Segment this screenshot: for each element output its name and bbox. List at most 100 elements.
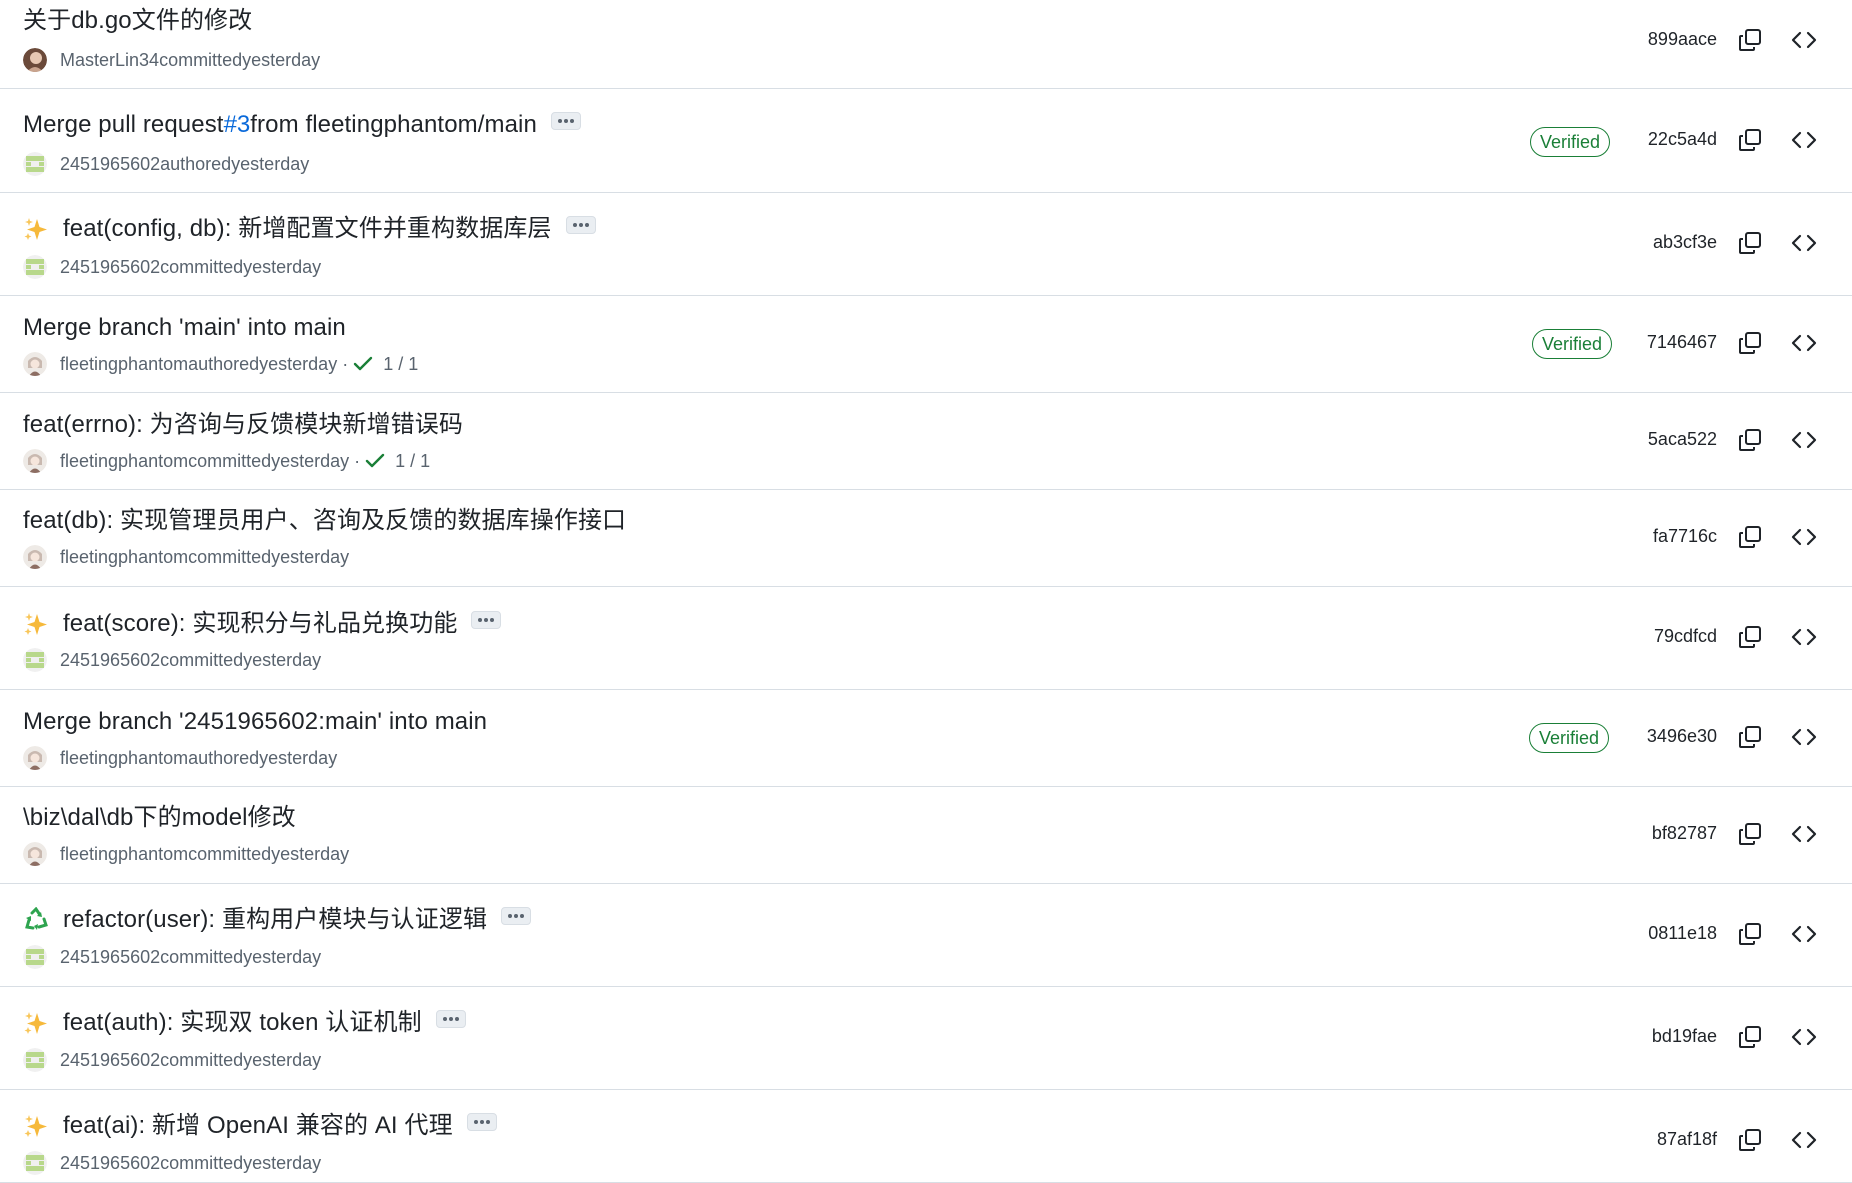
commit-sha-link[interactable]: 0811e18 xyxy=(1648,923,1717,944)
copy-sha-button[interactable] xyxy=(1734,721,1766,753)
commit-message[interactable]: feat(config, db): 新增配置文件并重构数据库层 xyxy=(63,214,552,244)
copy-sha-button[interactable] xyxy=(1734,818,1766,850)
commit-message-suffix[interactable]: from fleetingphantom/main xyxy=(250,110,537,140)
browse-repository-button[interactable] xyxy=(1788,124,1820,156)
copy-sha-button[interactable] xyxy=(1734,327,1766,359)
copy-sha-button[interactable] xyxy=(1734,1124,1766,1156)
commit-title[interactable]: feat(db): 实现管理员用户、咨询及反馈的数据库操作接口 xyxy=(23,506,626,536)
browse-repository-button[interactable] xyxy=(1788,227,1820,259)
commit-title[interactable]: feat(errno): 为咨询与反馈模块新增错误码 xyxy=(23,410,463,440)
author-name[interactable]: fleetingphantom xyxy=(60,842,188,866)
show-description-button[interactable] xyxy=(471,611,502,629)
check-icon[interactable] xyxy=(365,453,385,469)
commit-message[interactable]: feat(score): 实现积分与礼品兑换功能 xyxy=(63,609,457,639)
commit-message[interactable]: feat(db): 实现管理员用户、咨询及反馈的数据库操作接口 xyxy=(23,506,626,536)
browse-repository-button[interactable] xyxy=(1788,1124,1820,1156)
commit-title[interactable]: feat(score): 实现积分与礼品兑换功能 xyxy=(23,609,502,639)
author-name[interactable]: 2451965602 xyxy=(60,152,160,176)
checks-count[interactable]: 1 / 1 xyxy=(395,449,430,473)
show-description-button[interactable] xyxy=(565,216,596,234)
commit-sha-link[interactable]: fa7716c xyxy=(1653,526,1717,547)
avatar[interactable] xyxy=(23,1048,47,1072)
author-name[interactable]: fleetingphantom xyxy=(60,746,188,770)
avatar[interactable] xyxy=(23,648,47,672)
pull-request-link[interactable]: #3 xyxy=(224,110,251,140)
browse-repository-button[interactable] xyxy=(1788,621,1820,653)
copy-sha-button[interactable] xyxy=(1734,124,1766,156)
commit-sha-link[interactable]: ab3cf3e xyxy=(1653,232,1717,253)
commit-title[interactable]: Merge pull request #3 from fleetingphant… xyxy=(23,110,581,140)
commit-sha-link[interactable]: 79cdfcd xyxy=(1654,626,1717,647)
author-name[interactable]: fleetingphantom xyxy=(60,449,188,473)
commit-message[interactable]: \biz\dal\db下的model修改 xyxy=(23,803,296,833)
commit-sha-link[interactable]: 899aace xyxy=(1648,29,1717,50)
avatar[interactable] xyxy=(23,255,47,279)
commit-sha-link[interactable]: 5aca522 xyxy=(1648,429,1717,450)
commit-title[interactable]: feat(config, db): 新增配置文件并重构数据库层 xyxy=(23,214,596,244)
author-name[interactable]: MasterLin34 xyxy=(60,48,159,72)
commit-sha-link[interactable]: bd19fae xyxy=(1652,1026,1717,1047)
avatar[interactable] xyxy=(23,449,47,473)
avatar[interactable] xyxy=(23,1151,47,1175)
show-description-button[interactable] xyxy=(435,1010,466,1028)
commit-message[interactable]: Merge branch '2451965602:main' into main xyxy=(23,707,487,737)
commit-sha-link[interactable]: 7146467 xyxy=(1647,332,1717,353)
commit-message[interactable]: refactor(user): 重构用户模块与认证逻辑 xyxy=(63,905,487,935)
copy-icon xyxy=(1738,525,1762,549)
commit-message[interactable]: Merge branch 'main' into main xyxy=(23,313,346,343)
copy-sha-button[interactable] xyxy=(1734,621,1766,653)
copy-sha-button[interactable] xyxy=(1734,424,1766,456)
author-name[interactable]: 2451965602 xyxy=(60,1048,160,1072)
commit-title[interactable]: 关于db.go文件的修改 xyxy=(23,6,252,36)
show-description-button[interactable] xyxy=(501,907,532,925)
browse-repository-button[interactable] xyxy=(1788,24,1820,56)
commit-title[interactable]: \biz\dal\db下的model修改 xyxy=(23,803,296,833)
avatar[interactable] xyxy=(23,545,47,569)
commit-sha-link[interactable]: 3496e30 xyxy=(1647,726,1717,747)
copy-sha-button[interactable] xyxy=(1734,227,1766,259)
copy-sha-button[interactable] xyxy=(1734,521,1766,553)
browse-repository-button[interactable] xyxy=(1788,721,1820,753)
avatar[interactable] xyxy=(23,48,47,72)
commit-title[interactable]: feat(auth): 实现双 token 认证机制 xyxy=(23,1008,466,1038)
avatar[interactable] xyxy=(23,746,47,770)
copy-sha-button[interactable] xyxy=(1734,918,1766,950)
commit-title[interactable]: Merge branch 'main' into main xyxy=(23,313,346,343)
copy-sha-button[interactable] xyxy=(1734,1021,1766,1053)
browse-repository-button[interactable] xyxy=(1788,521,1820,553)
commit-sha-link[interactable]: bf82787 xyxy=(1652,823,1717,844)
commit-sha-link[interactable]: 22c5a4d xyxy=(1648,129,1717,150)
commit-message[interactable]: feat(errno): 为咨询与反馈模块新增错误码 xyxy=(23,410,463,440)
show-description-button[interactable] xyxy=(466,1113,497,1131)
verified-badge[interactable]: Verified xyxy=(1532,329,1613,359)
author-name[interactable]: fleetingphantom xyxy=(60,352,188,376)
check-icon[interactable] xyxy=(353,356,373,372)
browse-repository-button[interactable] xyxy=(1788,1021,1820,1053)
copy-sha-button[interactable] xyxy=(1734,24,1766,56)
commit-sha-link[interactable]: 87af18f xyxy=(1657,1129,1717,1150)
author-name[interactable]: 2451965602 xyxy=(60,945,160,969)
commit-title[interactable]: feat(ai): 新增 OpenAI 兼容的 AI 代理 xyxy=(23,1111,497,1141)
author-name[interactable]: 2451965602 xyxy=(60,648,160,672)
author-name[interactable]: 2451965602 xyxy=(60,255,160,279)
author-name[interactable]: 2451965602 xyxy=(60,1151,160,1175)
commit-title[interactable]: Merge branch '2451965602:main' into main xyxy=(23,707,487,737)
show-description-button[interactable] xyxy=(550,112,581,130)
browse-repository-button[interactable] xyxy=(1788,424,1820,456)
avatar[interactable] xyxy=(23,152,47,176)
commit-message[interactable]: Merge pull request xyxy=(23,110,224,140)
commit-message[interactable]: 关于db.go文件的修改 xyxy=(23,6,252,36)
verified-badge[interactable]: Verified xyxy=(1529,723,1610,753)
commit-message[interactable]: feat(auth): 实现双 token 认证机制 xyxy=(63,1008,422,1038)
avatar[interactable] xyxy=(23,842,47,866)
verified-badge[interactable]: Verified xyxy=(1530,127,1611,157)
author-name[interactable]: fleetingphantom xyxy=(60,545,188,569)
avatar[interactable] xyxy=(23,945,47,969)
commit-title[interactable]: refactor(user): 重构用户模块与认证逻辑 xyxy=(23,905,532,935)
checks-count[interactable]: 1 / 1 xyxy=(383,352,418,376)
browse-repository-button[interactable] xyxy=(1788,918,1820,950)
avatar[interactable] xyxy=(23,352,47,376)
browse-repository-button[interactable] xyxy=(1788,327,1820,359)
commit-message[interactable]: feat(ai): 新增 OpenAI 兼容的 AI 代理 xyxy=(63,1111,453,1141)
browse-repository-button[interactable] xyxy=(1788,818,1820,850)
